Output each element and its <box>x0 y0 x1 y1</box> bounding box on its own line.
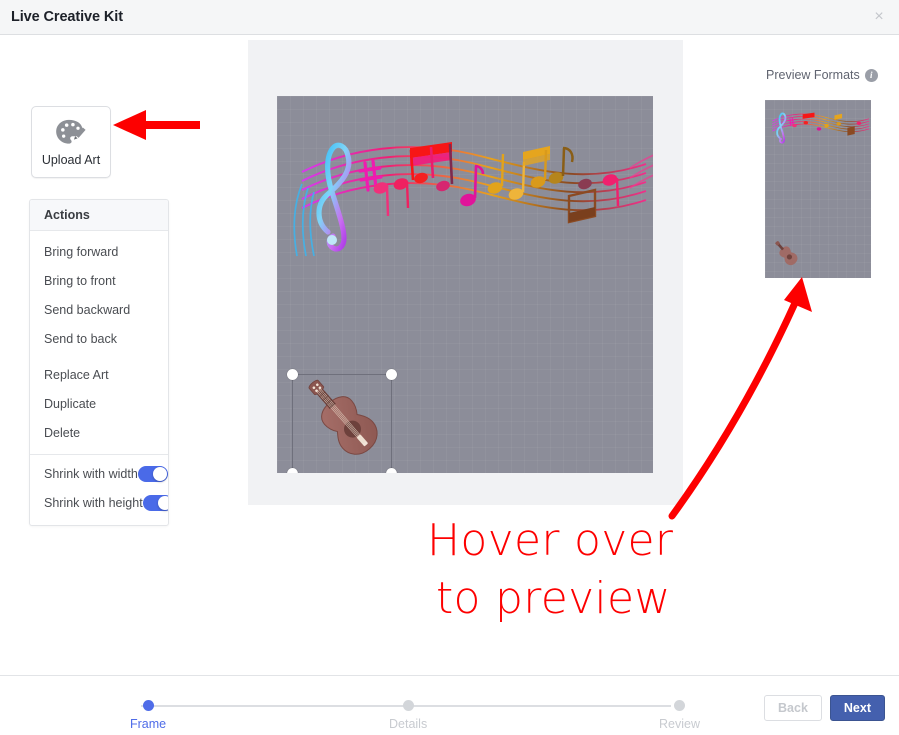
step-frame-label: Frame <box>130 717 167 731</box>
step-frame[interactable]: Frame <box>130 700 166 731</box>
action-item-delete[interactable]: Delete <box>30 418 168 447</box>
resize-handle-bottom-left[interactable] <box>287 468 298 473</box>
palette-brush-icon <box>56 119 86 144</box>
next-button[interactable]: Next <box>829 695 885 721</box>
shrink-with-width-row: Shrink with width <box>30 459 168 488</box>
action-item-send-to-back[interactable]: Send to back <box>30 324 168 353</box>
close-icon[interactable]: × <box>868 6 890 28</box>
actions-list: Bring forward Bring to front Send backwa… <box>30 231 168 447</box>
actions-panel-header: Actions <box>30 200 168 231</box>
resize-handle-bottom-right[interactable] <box>386 468 397 473</box>
action-item-send-backward[interactable]: Send backward <box>30 295 168 324</box>
upload-art-label: Upload Art <box>41 152 101 167</box>
step-frame-dot <box>142 700 154 711</box>
story-format-preview[interactable] <box>765 100 871 278</box>
shrink-with-height-row: Shrink with height <box>30 488 168 517</box>
shrink-with-height-label: Shrink with height <box>44 495 143 510</box>
ukulele-guitar-art[interactable] <box>296 371 388 463</box>
preview-formats-label: Preview Formats <box>766 68 860 82</box>
step-details-label: Details <box>389 717 428 731</box>
left-tools-panel: Upload Art Actions Bring forward Bring t… <box>0 35 210 675</box>
info-icon[interactable]: i <box>864 68 878 82</box>
dialog-title: Live Creative Kit <box>11 9 123 25</box>
live-creative-kit-dialog: Live Creative Kit × Upload Art Actions B… <box>0 0 899 735</box>
shrink-with-width-toggle[interactable] <box>137 465 168 482</box>
dialog-body: Upload Art Actions Bring forward Bring t… <box>0 35 899 675</box>
step-details[interactable]: Details <box>389 700 427 731</box>
step-review-label: Review <box>659 717 700 731</box>
action-item-bring-forward[interactable]: Bring forward <box>30 237 168 266</box>
actions-toggles: Shrink with width Shrink with height <box>30 459 168 525</box>
upload-art-button[interactable]: Upload Art <box>31 106 111 178</box>
music-notes-staff-art <box>293 142 653 257</box>
preview-music-notes-art <box>772 112 870 144</box>
shrink-with-height-toggle[interactable] <box>142 494 168 511</box>
preview-ukulele-art <box>775 241 798 266</box>
canvas-workspace <box>248 40 683 505</box>
footer-button-group: Back Next <box>764 695 885 721</box>
action-item-bring-to-front[interactable]: Bring to front <box>30 266 168 295</box>
wizard-stepper: Frame Details Review <box>130 700 700 734</box>
back-button[interactable]: Back <box>764 695 822 721</box>
shrink-with-width-label: Shrink with width <box>44 466 138 481</box>
preview-formats-header: Preview Formats i <box>766 68 878 82</box>
actions-divider <box>30 454 168 455</box>
step-details-dot <box>402 700 414 711</box>
creative-canvas[interactable] <box>277 96 653 473</box>
dialog-titlebar: Live Creative Kit × <box>0 0 899 35</box>
step-review[interactable]: Review <box>659 700 700 731</box>
preview-panel: Preview Formats i <box>683 35 899 675</box>
dialog-footer: Frame Details Review Back Next <box>0 675 899 735</box>
actions-panel: Actions Bring forward Bring to front Sen… <box>29 199 169 526</box>
action-item-replace-art[interactable]: Replace Art <box>30 360 168 389</box>
step-review-dot <box>674 700 685 711</box>
action-item-duplicate[interactable]: Duplicate <box>30 389 168 418</box>
